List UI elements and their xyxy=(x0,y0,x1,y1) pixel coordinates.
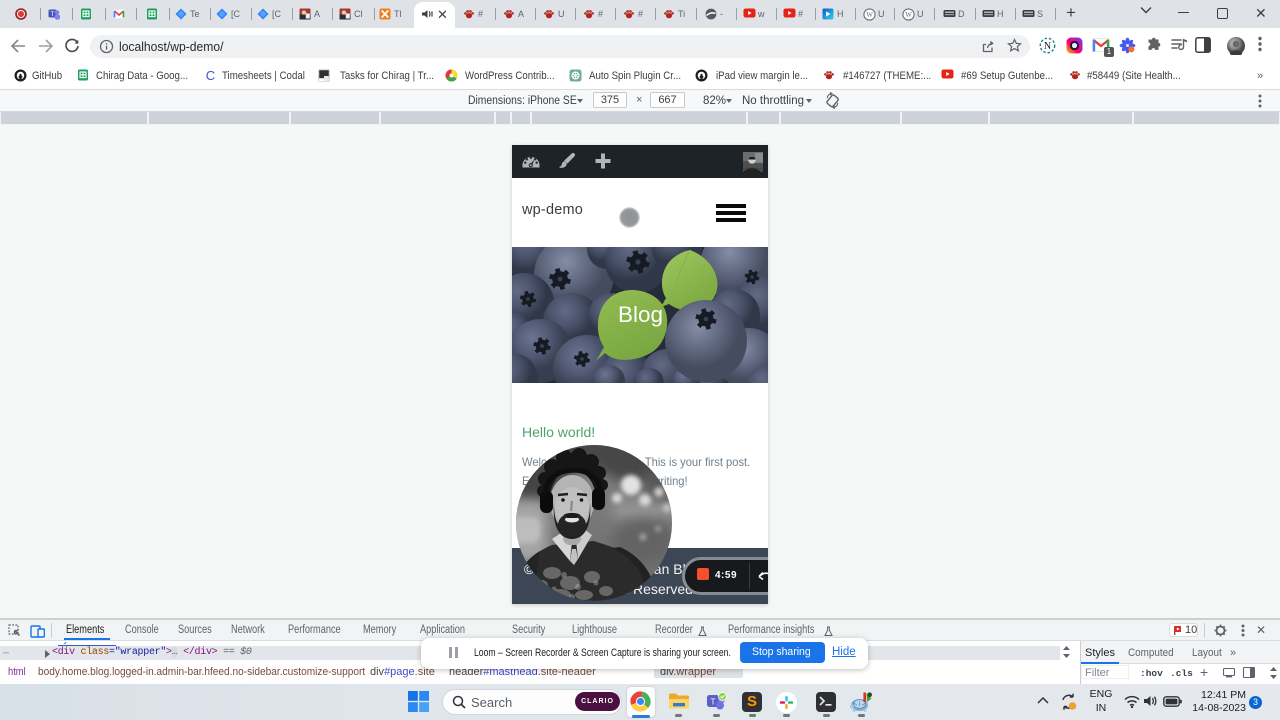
svg-text:W: W xyxy=(905,11,912,19)
svg-text:C: C xyxy=(206,69,215,82)
svg-text:Blog: Blog xyxy=(618,302,663,327)
svg-text:T: T xyxy=(50,11,54,18)
svg-text:T: T xyxy=(710,697,715,707)
svg-text:N: N xyxy=(1044,41,1051,52)
svg-text:W: W xyxy=(866,11,873,19)
